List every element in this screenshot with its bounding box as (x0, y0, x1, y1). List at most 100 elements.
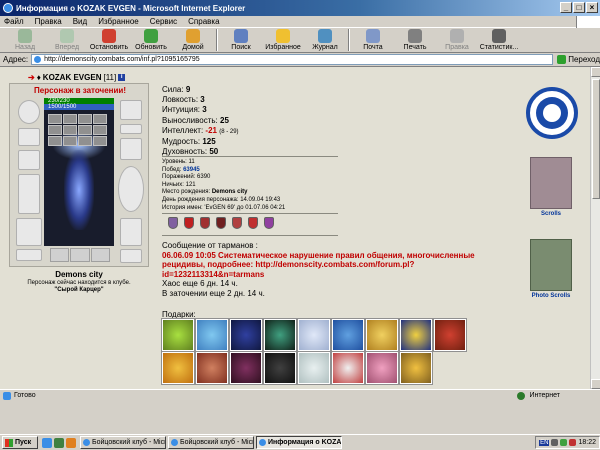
boots-slot[interactable] (120, 249, 142, 263)
print-button[interactable]: Печать (394, 28, 436, 53)
gift-item[interactable] (229, 351, 263, 385)
taskbar-button-active[interactable]: Информация о KOZAK... (256, 436, 342, 449)
amulet-slot[interactable] (18, 150, 40, 170)
mail-button[interactable]: Почта (352, 28, 394, 53)
menu-tools[interactable]: Сервис (150, 17, 177, 26)
scroll-down-arrow[interactable] (591, 379, 600, 389)
spell-slot[interactable] (78, 136, 92, 146)
home-button[interactable]: Домой (172, 28, 214, 53)
tray-icon[interactable] (551, 439, 559, 446)
badge-icon[interactable] (248, 217, 258, 229)
armor-slot[interactable] (16, 218, 42, 246)
gloves-slot[interactable] (120, 100, 142, 120)
language-indicator[interactable]: EN (539, 439, 550, 446)
gift-item[interactable] (263, 351, 297, 385)
tray-icon[interactable] (560, 439, 568, 446)
quicklaunch-ie-icon[interactable] (42, 437, 52, 448)
spell-slot[interactable] (93, 125, 107, 135)
gift-item[interactable] (161, 318, 195, 352)
info-icon[interactable]: i (118, 74, 126, 81)
message-text[interactable]: 06.06.09 10:05 Систематическое нарушение… (162, 251, 487, 280)
character-panel: Персонаж в заточении! 230/230 1500/1500 (9, 83, 149, 267)
gift-item[interactable] (399, 351, 433, 385)
spell-slot[interactable] (93, 136, 107, 146)
scroll-up-arrow[interactable] (591, 67, 600, 77)
badge-icon[interactable] (184, 217, 194, 229)
tray-icon[interactable] (569, 439, 577, 446)
menu-favorites[interactable]: Избранное (98, 17, 139, 26)
badge-icon[interactable] (232, 217, 242, 229)
helmet-slot[interactable] (18, 100, 40, 124)
badge-icon[interactable] (216, 217, 226, 229)
gift-item[interactable] (468, 319, 500, 351)
taskbar-button[interactable]: Бойцовский клуб - Micr... (80, 436, 166, 449)
gift-item[interactable] (433, 318, 467, 352)
spell-slot[interactable] (78, 114, 92, 124)
stop-button[interactable]: Остановить (88, 28, 130, 53)
spell-slot[interactable] (48, 125, 62, 135)
gift-item[interactable] (297, 318, 331, 352)
rings-slot[interactable] (120, 124, 142, 134)
minimize-button[interactable]: _ (560, 2, 572, 13)
clock[interactable]: 18:22 (578, 439, 596, 446)
back-button[interactable]: Назад (4, 28, 46, 53)
window-titlebar[interactable]: Информация о KOZAK EVGEN - Microsoft Int… (0, 0, 600, 16)
badge-icon[interactable] (168, 217, 178, 229)
forward-button[interactable]: Вперед (46, 28, 88, 53)
gift-item[interactable] (365, 351, 399, 385)
leggings-slot[interactable] (120, 218, 142, 246)
clan-emblem[interactable] (526, 87, 578, 139)
spell-slot[interactable] (48, 136, 62, 146)
address-input[interactable]: http://demonscity.combats.com/inf.pl?109… (31, 54, 554, 65)
menu-view[interactable]: Вид (73, 17, 87, 26)
close-button[interactable]: × (586, 2, 598, 13)
search-button[interactable]: Поиск (220, 28, 262, 53)
weapon-slot[interactable] (18, 174, 40, 214)
gift-item[interactable] (161, 351, 195, 385)
bracer-slot[interactable] (120, 138, 142, 160)
favorites-button[interactable]: Избранное (262, 28, 304, 53)
scrolls-banner[interactable]: Scrolls (526, 157, 576, 221)
start-button[interactable]: Пуск (2, 436, 38, 449)
scroll-thumb[interactable] (592, 79, 600, 199)
gift-item[interactable] (229, 318, 263, 352)
gift-item[interactable] (195, 318, 229, 352)
go-button[interactable]: Переход (557, 55, 600, 64)
gift-item[interactable] (365, 318, 399, 352)
gift-item[interactable] (331, 351, 365, 385)
shield-slot[interactable] (118, 166, 144, 212)
gift-item[interactable] (263, 318, 297, 352)
quicklaunch-media-icon[interactable] (66, 437, 76, 448)
spell-slot[interactable] (93, 114, 107, 124)
history-button[interactable]: Журнал (304, 28, 346, 53)
menu-file[interactable]: Файл (4, 17, 24, 26)
badge-icon[interactable] (200, 217, 210, 229)
gift-item[interactable] (195, 351, 229, 385)
gift-item[interactable] (297, 351, 331, 385)
gift-item[interactable] (331, 318, 365, 352)
earring-slot[interactable] (18, 128, 40, 146)
menu-help[interactable]: Справка (188, 17, 219, 26)
spell-slot[interactable] (63, 136, 77, 146)
gift-item[interactable] (399, 318, 433, 352)
refresh-button[interactable]: Обновить (130, 28, 172, 53)
spell-slot[interactable] (63, 125, 77, 135)
edit-button[interactable]: Правка (436, 28, 478, 53)
vertical-scrollbar[interactable] (590, 67, 600, 389)
badge-icon[interactable] (264, 217, 274, 229)
quicklaunch-desktop-icon[interactable] (54, 437, 64, 448)
spell-slot[interactable] (48, 114, 62, 124)
taskbar-button[interactable]: Бойцовский клуб - Micr... (168, 436, 254, 449)
maximize-button[interactable]: □ (573, 2, 585, 13)
private-message-icon[interactable]: ➔ (28, 73, 35, 82)
belt-item[interactable] (90, 248, 110, 262)
belt-slot[interactable] (16, 249, 42, 261)
photo-scrolls-banner[interactable]: Photo Scrolls (526, 239, 576, 303)
menu-edit[interactable]: Правка (35, 17, 62, 26)
spell-slot[interactable] (78, 125, 92, 135)
stats-button[interactable]: Статистик... (478, 28, 520, 53)
belt-item[interactable] (70, 248, 90, 262)
spell-slot[interactable] (63, 114, 77, 124)
belt-item[interactable] (50, 248, 70, 262)
forward-arrow-icon (60, 29, 74, 43)
